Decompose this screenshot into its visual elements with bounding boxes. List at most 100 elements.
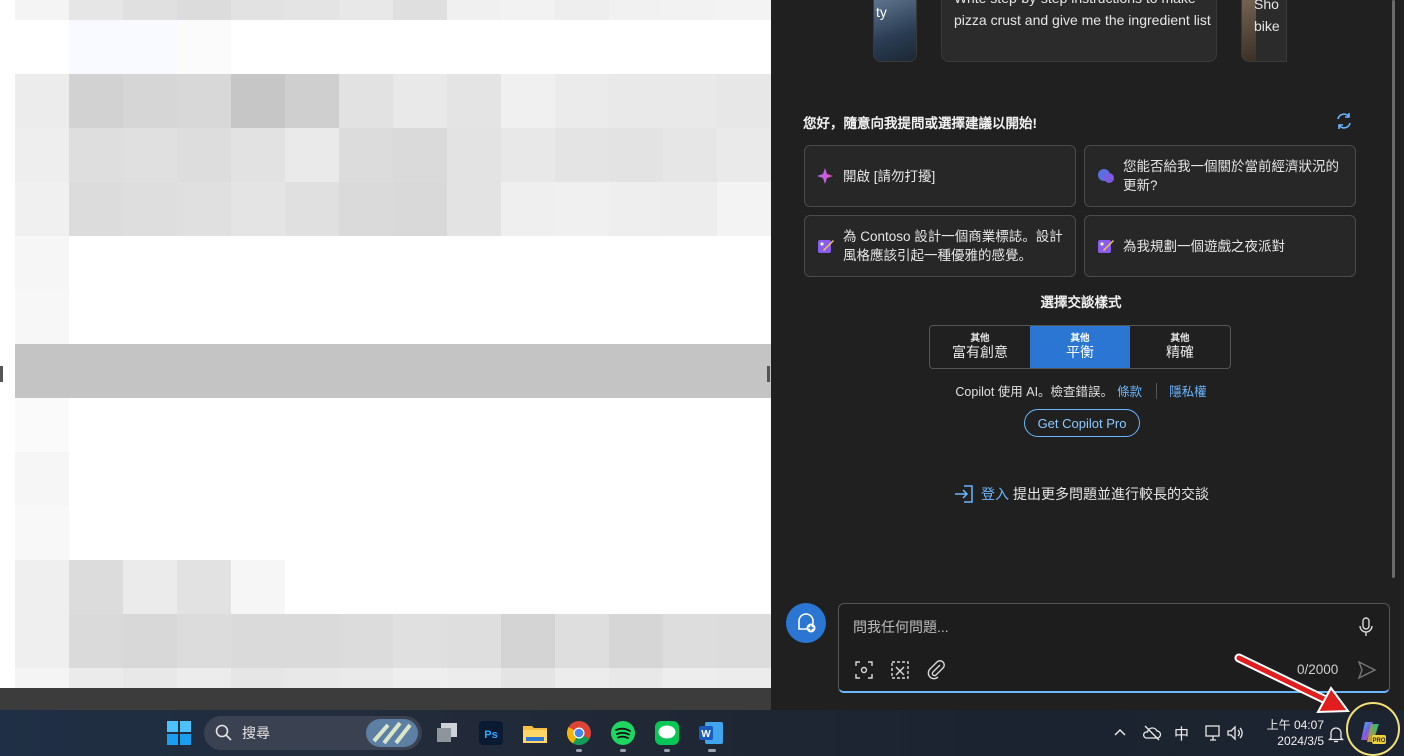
blurred-content-block: [339, 236, 393, 290]
blurred-content-block: [123, 0, 177, 20]
blurred-content-block: [609, 452, 663, 506]
blurred-content-block: [69, 20, 123, 74]
taskbar-search[interactable]: 搜尋: [204, 716, 422, 750]
image-create-icon: [818, 240, 834, 253]
suggestion-button[interactable]: 為我規劃一個遊戲之夜派對: [1084, 215, 1356, 277]
chat-bubbles-icon: [1098, 169, 1114, 183]
blurred-content-block: [177, 344, 231, 398]
suggestion-button[interactable]: 為 Contoso 設計一個商業標誌。設計風格應該引起一種優雅的感覺。: [804, 215, 1076, 277]
blurred-content-block: [501, 20, 555, 74]
word-icon[interactable]: W: [698, 720, 724, 746]
volume-icon[interactable]: [1225, 723, 1245, 743]
line-icon[interactable]: [654, 720, 680, 746]
photoshop-icon[interactable]: Ps: [478, 720, 504, 746]
blurred-content-block: [501, 236, 555, 290]
blurred-content-block: [663, 398, 717, 452]
copilot-panel: ty Write step-by-step instructions to ma…: [771, 0, 1404, 710]
blurred-content-block: [339, 0, 393, 20]
send-icon[interactable]: [1356, 659, 1378, 681]
refresh-icon[interactable]: [1334, 111, 1354, 131]
panel-scrollbar[interactable]: [1392, 0, 1395, 578]
new-topic-button[interactable]: [786, 603, 826, 643]
blurred-content-block: [285, 344, 339, 398]
blurred-content-block: [393, 74, 447, 128]
blurred-content-block: [447, 398, 501, 452]
privacy-link[interactable]: 隱私權: [1169, 381, 1207, 400]
blurred-content-block: [123, 74, 177, 128]
start-icon[interactable]: [166, 720, 192, 746]
network-icon[interactable]: [1203, 723, 1223, 743]
svg-text:Ps: Ps: [484, 729, 497, 741]
blurred-content-block: [663, 614, 717, 668]
blurred-content-block: [393, 614, 447, 668]
blurred-content-block: [177, 236, 231, 290]
blurred-content-block: [177, 74, 231, 128]
blurred-content-block: [15, 74, 69, 128]
blurred-content-block: [609, 290, 663, 344]
task-view-icon[interactable]: [434, 720, 460, 746]
blurred-content-block: [393, 20, 447, 74]
carousel-card-center[interactable]: Write step-by-step instructions to make …: [941, 0, 1217, 62]
blurred-content-block: [123, 182, 177, 236]
blurred-content-block: [663, 236, 717, 290]
blurred-content-block: [717, 0, 771, 20]
copilot-pro-icon[interactable]: PRO: [1359, 720, 1387, 746]
blurred-content-block: [177, 614, 231, 668]
blurred-content-block: [555, 0, 609, 20]
spotify-icon[interactable]: [610, 720, 636, 746]
blurred-content-block: [339, 506, 393, 560]
onedrive-offline-icon[interactable]: [1142, 723, 1162, 743]
blurred-content-block: [339, 182, 393, 236]
taskbar-clock[interactable]: 上午 04:07 2024/3/5: [1262, 717, 1324, 749]
blurred-content-block: [69, 236, 123, 290]
blurred-content-block: [447, 236, 501, 290]
conversation-style-selector[interactable]: 其他 富有創意 其他 平衡 其他 精確: [929, 325, 1231, 369]
blurred-content-block: [285, 0, 339, 20]
ime-indicator[interactable]: 中: [1174, 723, 1189, 744]
get-copilot-pro-button[interactable]: Get Copilot Pro: [1024, 409, 1140, 437]
suggestion-button[interactable]: 開啟 [請勿打擾]: [804, 145, 1076, 207]
blurred-content-block: [393, 344, 447, 398]
tone-balanced[interactable]: 其他 平衡: [1030, 326, 1130, 368]
blurred-content-block: [609, 614, 663, 668]
blurred-content-block: [15, 290, 69, 344]
blurred-content-block: [231, 506, 285, 560]
notification-bell-icon[interactable]: [1327, 724, 1345, 744]
attach-icon[interactable]: [925, 659, 947, 681]
sparkle-icon: [817, 168, 833, 184]
signin-link[interactable]: 登入: [981, 484, 1009, 504]
carousel-card-right[interactable]: Sho bike: [1241, 0, 1287, 62]
signin-prompt: 登入 提出更多問題並進行較長的交談: [771, 484, 1391, 504]
blurred-content-block: [555, 20, 609, 74]
microphone-icon[interactable]: [1355, 616, 1377, 638]
blurred-content-block: [663, 344, 717, 398]
chrome-icon[interactable]: [566, 720, 592, 746]
blurred-content-block: [123, 668, 177, 688]
signin-icon[interactable]: [953, 484, 975, 504]
suggestion-button[interactable]: 您能否給我一個關於當前經濟狀況的更新?: [1084, 145, 1356, 207]
terms-link[interactable]: 條款: [1117, 381, 1142, 400]
carousel-card-left[interactable]: ty: [873, 0, 917, 62]
search-highlight-icon: [366, 719, 418, 747]
blurred-content-block: [339, 452, 393, 506]
tone-creative[interactable]: 其他 富有創意: [930, 326, 1030, 368]
chevron-up-icon[interactable]: [1110, 723, 1130, 743]
blurred-content-block: [447, 506, 501, 560]
image-search-icon[interactable]: [889, 659, 911, 681]
blurred-content-block: [609, 0, 663, 20]
greeting-text: 您好，隨意向我提問或選擇建議以開始!: [803, 116, 1037, 131]
blurred-content-block: [15, 20, 69, 74]
svg-text:PRO: PRO: [1372, 738, 1385, 744]
blurred-content-block: [717, 344, 771, 398]
blurred-content-block: [609, 668, 663, 688]
blurred-content-block: [123, 614, 177, 668]
blurred-content-block: [555, 128, 609, 182]
blurred-content-block: [231, 74, 285, 128]
blurred-content-block: [663, 668, 717, 688]
system-tray: 中: [1110, 710, 1245, 756]
screenshot-icon[interactable]: [853, 659, 875, 681]
file-explorer-icon[interactable]: [522, 720, 548, 746]
tone-precise[interactable]: 其他 精確: [1130, 326, 1230, 368]
blurred-content-block: [285, 668, 339, 688]
chat-input[interactable]: [853, 616, 1333, 638]
